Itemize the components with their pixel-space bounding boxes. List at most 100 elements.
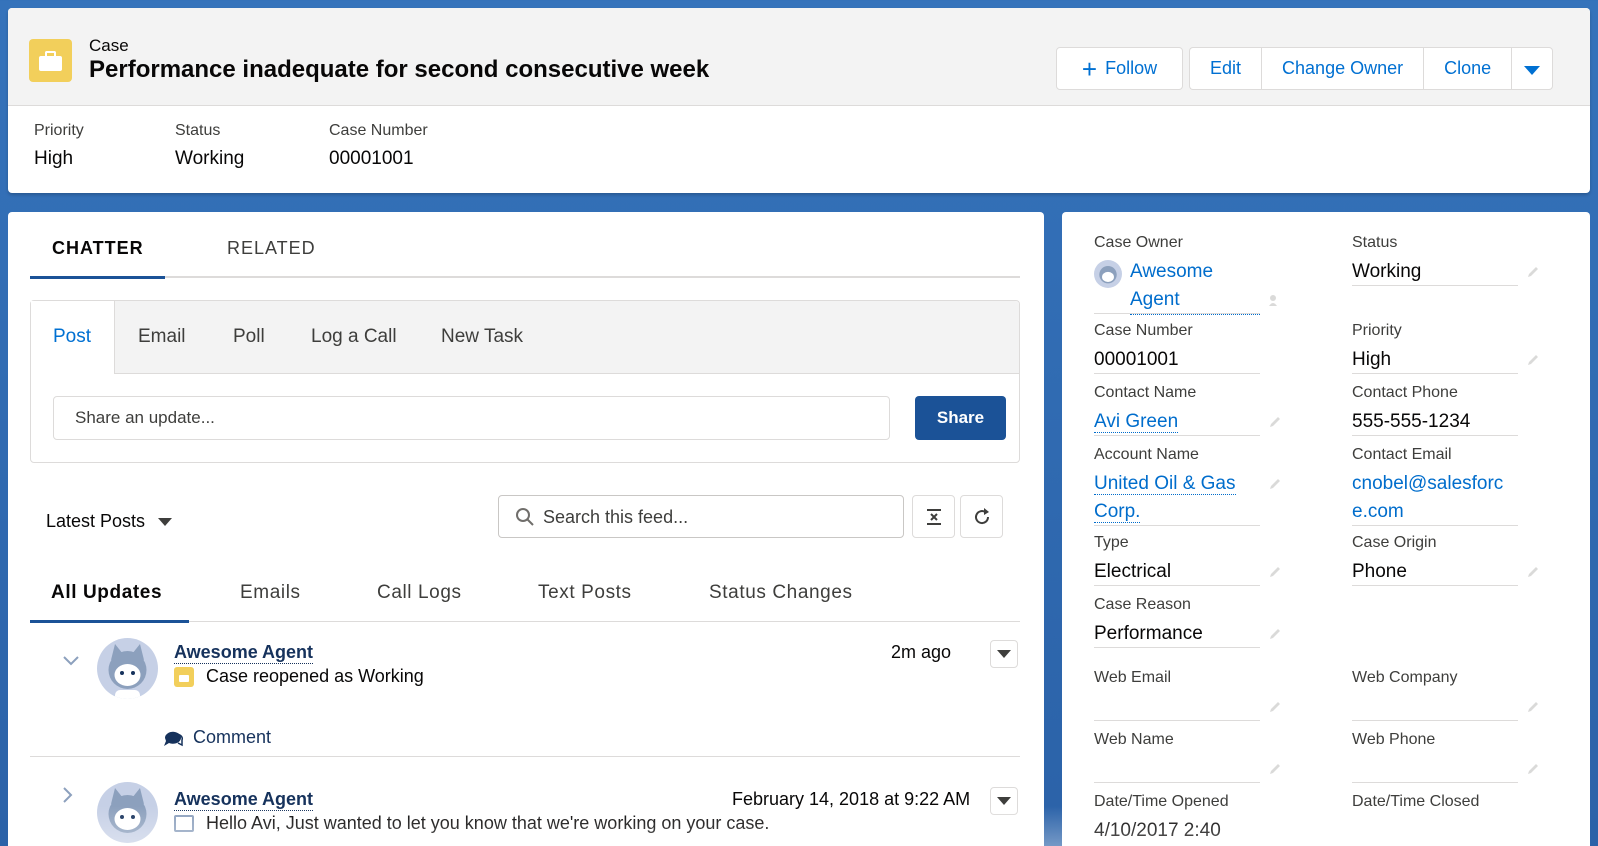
field-value: 00001001: [1094, 349, 1179, 370]
feed-tab-text-posts[interactable]: Text Posts: [538, 582, 632, 604]
chevron-right-icon[interactable]: [62, 786, 74, 804]
field-label: Web Name: [1094, 731, 1174, 748]
field-priority: Priority High: [1352, 322, 1538, 374]
edit-pencil-icon[interactable]: [1268, 762, 1282, 776]
chevron-down-icon[interactable]: [62, 655, 80, 667]
feed-body-text: Case reopened as Working: [206, 666, 424, 686]
active-tab-indicator: [30, 276, 165, 279]
highlight-case-number: Case Number 00001001: [329, 122, 428, 170]
highlight-label: Status: [175, 122, 221, 139]
publisher-tabs: Post Email Poll Log a Call New Task: [31, 301, 1019, 374]
publisher-tab-email[interactable]: Email: [138, 326, 186, 348]
edit-pencil-icon[interactable]: [1268, 627, 1282, 641]
contact-email-link[interactable]: cnobel@salesforce.com: [1352, 470, 1518, 526]
field-value: High: [1352, 349, 1392, 370]
more-actions-button[interactable]: [1511, 47, 1554, 90]
comment-icon: [164, 731, 183, 746]
edit-pencil-icon[interactable]: [1268, 477, 1282, 491]
owner-value: Awesome Agent: [1094, 258, 1260, 315]
field-case-origin: Case Origin Phone: [1352, 534, 1538, 586]
caret-down-icon: [158, 517, 173, 526]
plus-icon: +: [1081, 53, 1098, 84]
highlight-value: 00001001: [329, 148, 414, 169]
sort-dropdown[interactable]: Latest Posts: [46, 511, 173, 532]
field-case-owner: Case Owner Awesome Agent: [1094, 234, 1277, 315]
field-label: Case Number: [1094, 322, 1193, 339]
publisher-tab-log-a-call[interactable]: Log a Call: [311, 326, 397, 348]
object-label: Case: [89, 36, 129, 55]
publisher-tab-poll[interactable]: Poll: [233, 326, 265, 348]
sort-label: Latest Posts: [46, 511, 146, 531]
field-web-phone: Web Phone: [1352, 731, 1538, 783]
record-header-top: Case Performance inadequate for second c…: [8, 8, 1590, 106]
field-value: Phone: [1352, 561, 1407, 582]
avatar[interactable]: [97, 782, 158, 843]
feed-actor-link[interactable]: Awesome Agent: [174, 789, 314, 811]
astro-avatar-icon: [108, 644, 147, 699]
field-value: United Oil & Gas Corp.: [1094, 470, 1260, 526]
field-web-name: Web Name: [1094, 731, 1280, 783]
highlight-label: Case Number: [329, 122, 428, 139]
field-value: Working: [1352, 261, 1422, 282]
field-label: Contact Name: [1094, 384, 1197, 401]
feed-body-text: Hello Avi, Just wanted to let you know t…: [206, 813, 770, 833]
change-owner-button[interactable]: Change Owner: [1261, 47, 1424, 90]
case-owner-link[interactable]: Awesome Agent: [1130, 258, 1260, 315]
chatter-card: CHATTER RELATED Post Email Poll Log a Ca…: [8, 212, 1044, 846]
refresh-button[interactable]: [960, 495, 1003, 538]
feed-timestamp[interactable]: February 14, 2018 at 9:22 AM: [732, 789, 970, 810]
tab-related[interactable]: RELATED: [227, 238, 316, 259]
comment-button[interactable]: Comment: [163, 727, 271, 748]
publisher-tab-post[interactable]: Post: [31, 301, 115, 374]
field-date-closed: Date/Time Closed: [1352, 793, 1518, 845]
field-label: Web Email: [1094, 669, 1172, 686]
feed-tab-emails[interactable]: Emails: [240, 582, 301, 604]
collapse-icon: [926, 508, 941, 525]
field-label: Case Owner: [1094, 234, 1183, 251]
account-name-link[interactable]: United Oil & Gas Corp.: [1094, 473, 1236, 523]
case-icon: [29, 39, 72, 82]
field-type: Type Electrical: [1094, 534, 1280, 586]
edit-pencil-icon[interactable]: [1268, 700, 1282, 714]
feed-tab-call-logs[interactable]: Call Logs: [377, 582, 462, 604]
tab-chatter[interactable]: CHATTER: [52, 238, 144, 259]
edit-pencil-icon[interactable]: [1526, 265, 1540, 279]
edit-pencil-icon[interactable]: [1526, 700, 1540, 714]
search-icon: [516, 508, 534, 526]
feed-tab-all-updates[interactable]: All Updates: [51, 582, 162, 604]
collapse-all-button[interactable]: [912, 495, 955, 538]
share-button[interactable]: Share: [915, 396, 1006, 440]
feed-tab-status-changes[interactable]: Status Changes: [709, 582, 853, 604]
clone-button[interactable]: Clone: [1423, 47, 1512, 90]
field-value: Electrical: [1094, 561, 1172, 582]
field-value: Avi Green: [1094, 408, 1260, 436]
highlight-status: Status Working: [175, 122, 244, 170]
record-header: Case Performance inadequate for second c…: [8, 8, 1590, 193]
share-update-input[interactable]: Share an update...: [53, 396, 890, 440]
edit-button[interactable]: Edit: [1189, 47, 1262, 90]
edit-pencil-icon[interactable]: [1268, 415, 1282, 429]
change-owner-icon[interactable]: [1268, 293, 1282, 307]
follow-button[interactable]: + Follow: [1056, 47, 1183, 90]
publisher-tab-new-task[interactable]: New Task: [441, 326, 523, 348]
feed-item-menu-button[interactable]: [990, 787, 1018, 815]
field-label: Priority: [1352, 322, 1402, 339]
field-value: 555-555-1234: [1352, 411, 1471, 432]
field-date-opened: Date/Time Opened 4/10/2017 2:40: [1094, 793, 1260, 845]
feed-item-menu-button[interactable]: [990, 640, 1018, 668]
case-icon: [174, 666, 194, 687]
field-contact-phone: Contact Phone 555-555-1234: [1352, 384, 1518, 436]
field-label: Case Reason: [1094, 596, 1191, 613]
feed-filter-tabs: All Updates Emails Call Logs Text Posts …: [30, 574, 1020, 623]
edit-pencil-icon[interactable]: [1526, 762, 1540, 776]
edit-pencil-icon[interactable]: [1268, 565, 1282, 579]
edit-pencil-icon[interactable]: [1526, 353, 1540, 367]
contact-name-link[interactable]: Avi Green: [1094, 411, 1179, 433]
feed-actor-link[interactable]: Awesome Agent: [174, 642, 314, 664]
edit-pencil-icon[interactable]: [1526, 565, 1540, 579]
feed-timestamp[interactable]: 2m ago: [891, 642, 951, 663]
avatar[interactable]: [97, 638, 158, 699]
field-contact-email: Contact Email cnobel@salesforce.com: [1352, 446, 1518, 526]
feed-search-input[interactable]: Search this feed...: [498, 495, 904, 538]
field-contact-name: Contact Name Avi Green: [1094, 384, 1280, 436]
